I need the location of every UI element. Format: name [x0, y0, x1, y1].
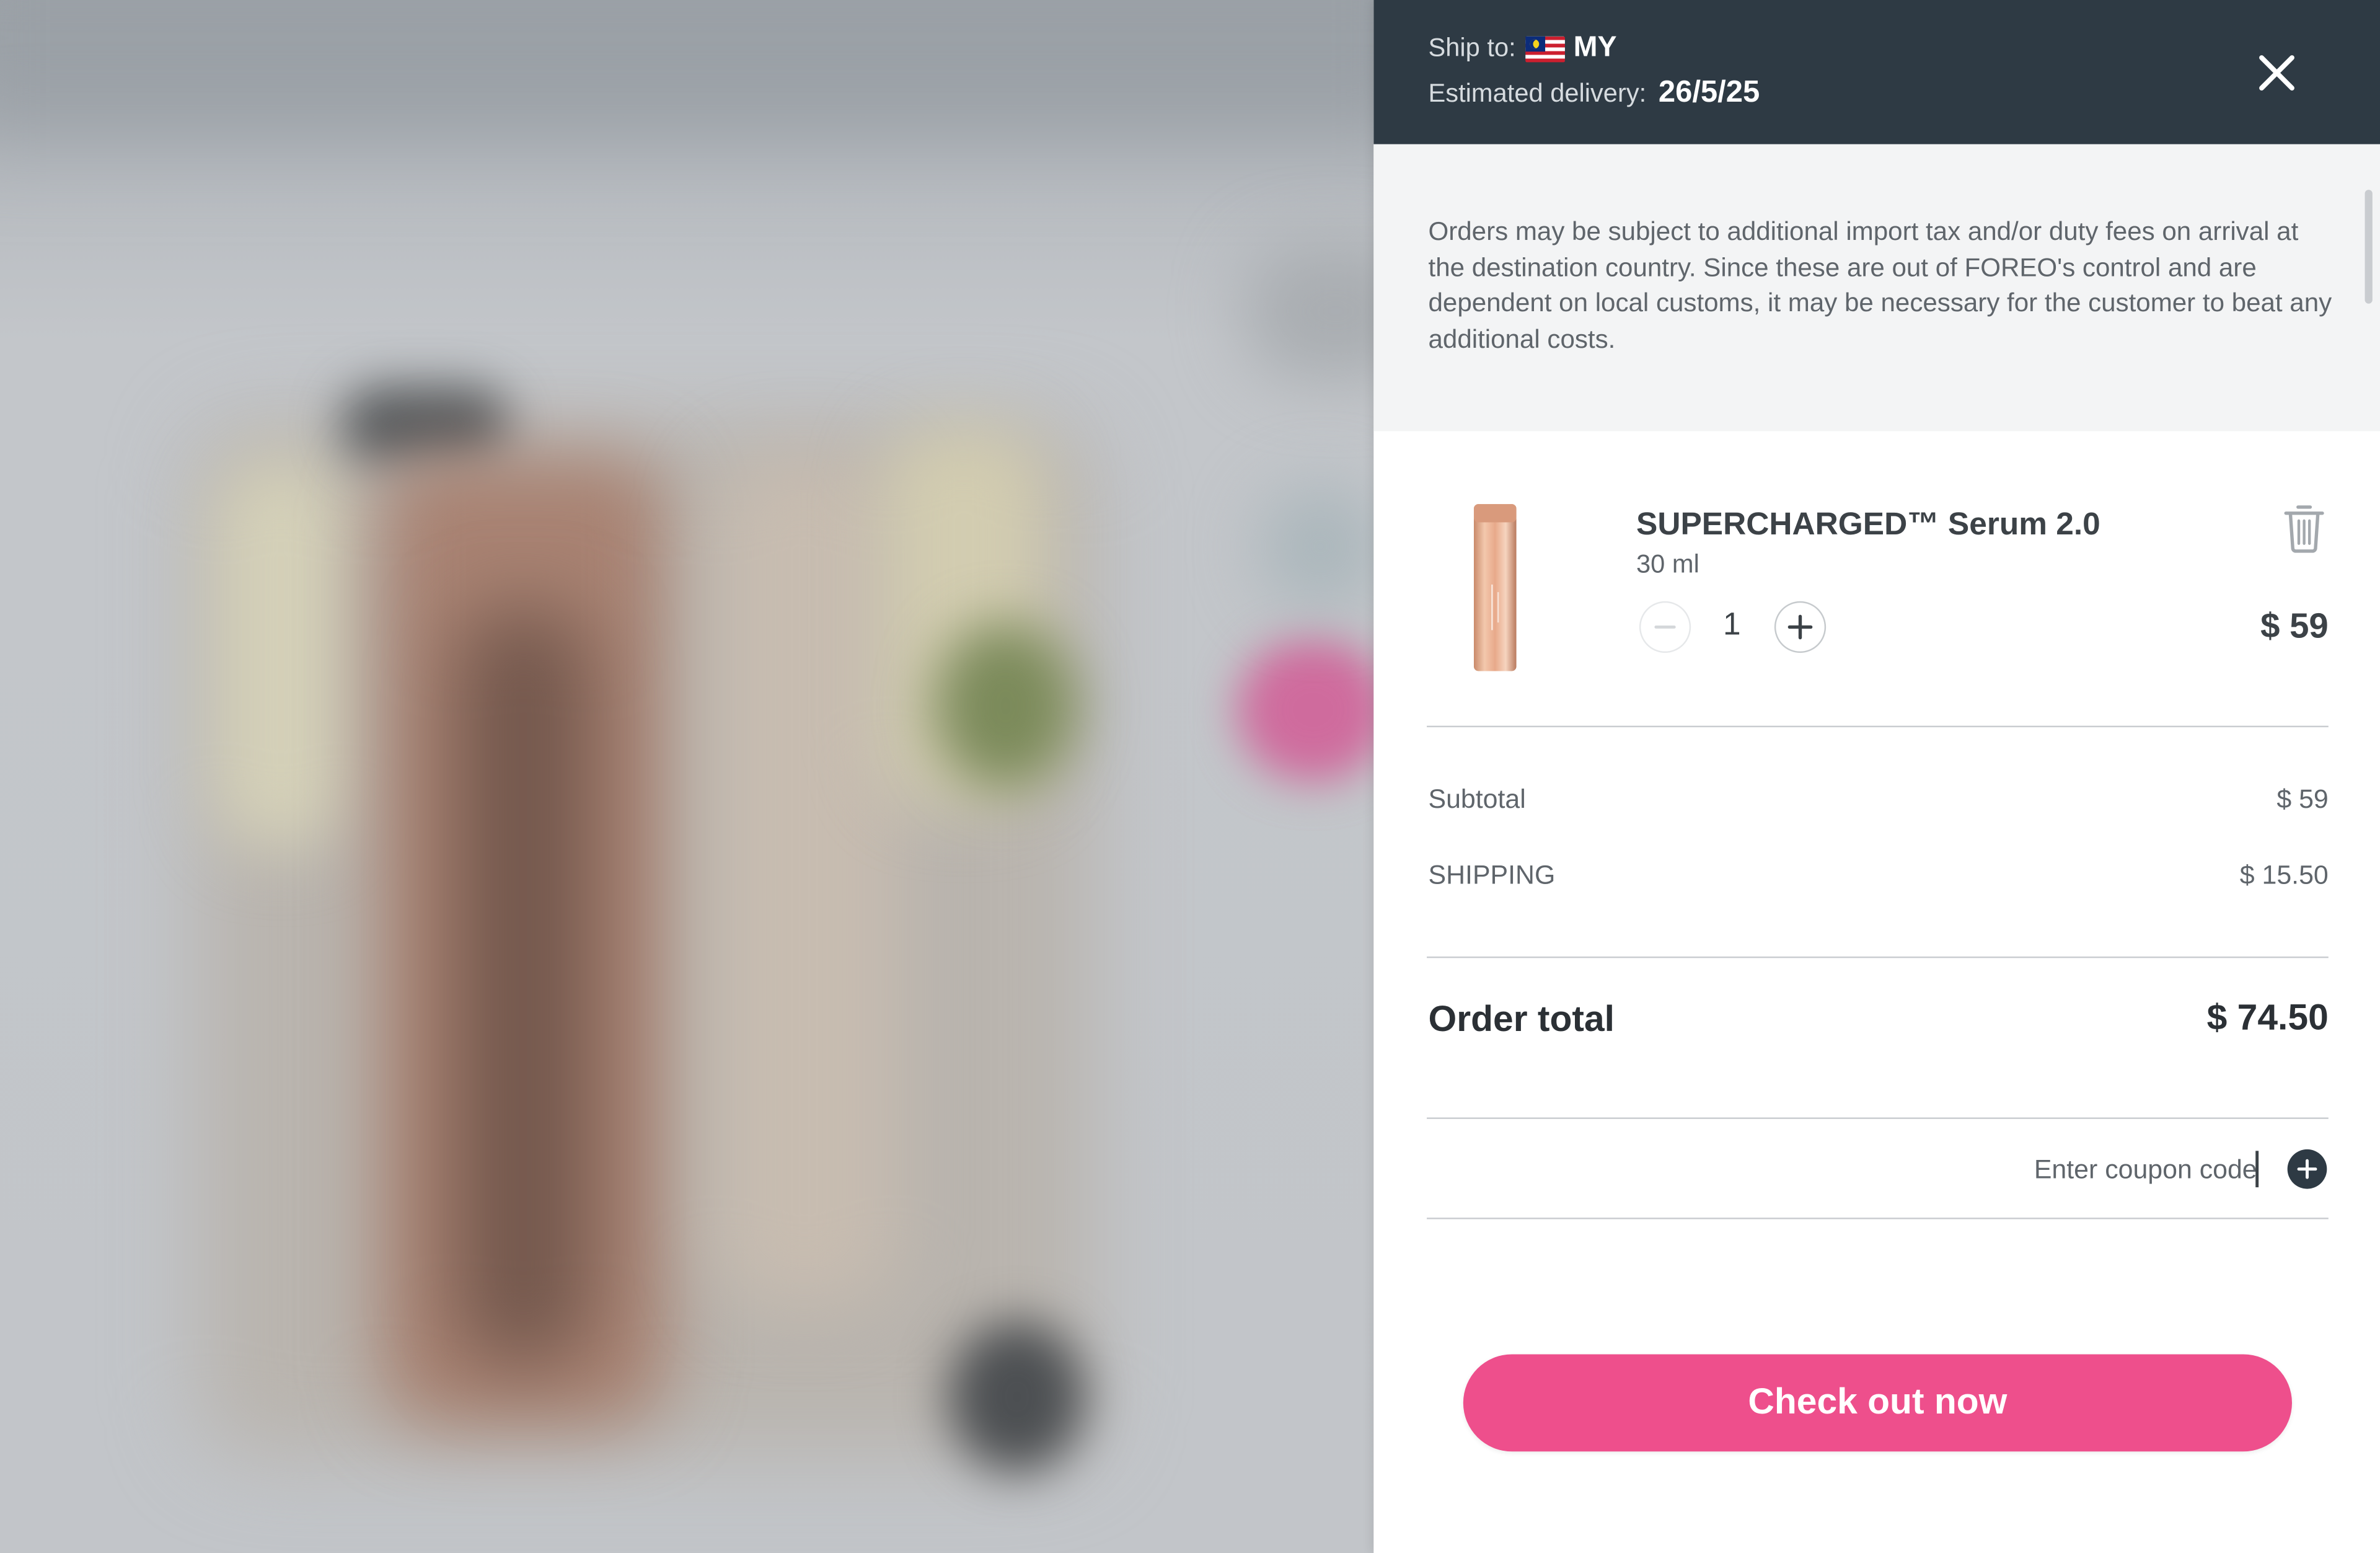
- ship-to-label: Ship to:: [1428, 33, 1516, 63]
- quantity-increase-button[interactable]: [1774, 601, 1827, 653]
- malaysia-flag-icon: [1525, 35, 1565, 62]
- divider: [1427, 1117, 2329, 1119]
- subtotal-label: Subtotal: [1428, 783, 1526, 814]
- estimated-delivery-label: Estimated delivery:: [1428, 78, 1647, 107]
- shipping-value: $ 15.50: [2239, 859, 2329, 890]
- close-icon: [2259, 55, 2294, 91]
- cart-drawer: Ship to: MY Estimated delivery: 26/5/25 …: [1373, 0, 2380, 1553]
- plus-icon: [1787, 614, 1813, 640]
- divider: [1427, 956, 2329, 958]
- divider: [1427, 725, 2329, 728]
- product-name[interactable]: SUPERCHARGED™ Serum 2.0: [1636, 507, 2100, 544]
- trash-icon: [2284, 505, 2324, 553]
- ship-to-country: MY: [1573, 32, 1617, 64]
- coupon-code-input[interactable]: [1829, 1146, 2257, 1192]
- import-tax-notice-text: Orders may be subject to additional impo…: [1428, 215, 2332, 354]
- ship-to-row: Ship to: MY: [1429, 32, 1617, 65]
- quantity-value: 1: [1722, 607, 1741, 642]
- checkout-button[interactable]: Check out now: [1463, 1354, 2292, 1452]
- estimated-delivery-row: Estimated delivery: 26/5/25: [1429, 76, 1760, 110]
- subtotal-value: $ 59: [2276, 783, 2329, 814]
- order-total-value: $ 74.50: [2206, 997, 2329, 1039]
- import-tax-notice: Orders may be subject to additional impo…: [1373, 144, 2380, 431]
- scrollbar[interactable]: [2365, 190, 2373, 304]
- shipping-label: SHIPPING: [1428, 859, 1556, 890]
- blurred-page-background: [0, 0, 1374, 1553]
- product-price: $ 59: [2260, 606, 2329, 645]
- quantity-decrease-button[interactable]: [1639, 601, 1691, 653]
- plus-icon: [2297, 1159, 2317, 1179]
- close-button[interactable]: [2251, 47, 2303, 99]
- divider: [1427, 1218, 2329, 1219]
- product-size: 30 ml: [1636, 549, 1699, 579]
- minus-icon: [1654, 625, 1676, 629]
- order-total-label: Order total: [1428, 999, 1615, 1040]
- remove-item-button[interactable]: [2281, 503, 2327, 554]
- estimated-delivery-date: 26/5/25: [1658, 76, 1760, 110]
- apply-coupon-button[interactable]: [2287, 1149, 2327, 1189]
- cart-header: Ship to: MY Estimated delivery: 26/5/25: [1373, 0, 2380, 144]
- text-cursor: [2255, 1151, 2258, 1188]
- product-image[interactable]: [1465, 501, 1525, 676]
